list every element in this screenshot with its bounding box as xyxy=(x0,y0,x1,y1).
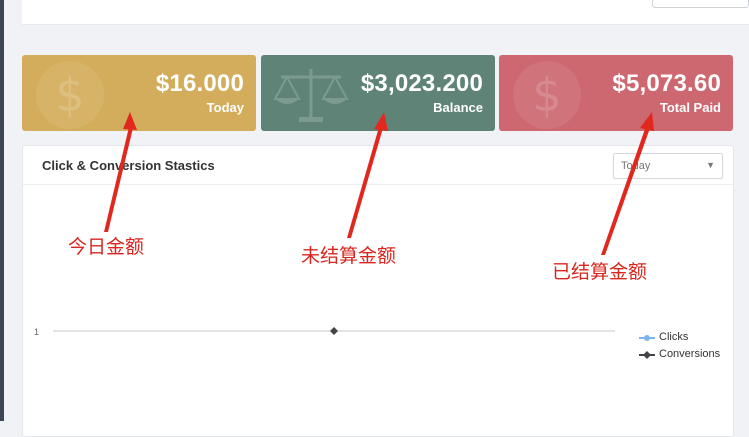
top-dropdown[interactable] xyxy=(652,0,749,8)
dollar-icon: $ xyxy=(513,61,581,129)
top-panel xyxy=(22,0,749,25)
data-point[interactable] xyxy=(330,327,338,335)
scale-icon xyxy=(273,69,349,122)
chart-panel: Click & Conversion Stastics Today ▼ 1 Cl… xyxy=(22,145,734,437)
dollar-icon: $ xyxy=(36,61,104,129)
legend-swatch-conversions xyxy=(639,351,655,359)
chart-plot: 1 xyxy=(34,327,615,337)
y-tick-label: 1 xyxy=(34,327,39,337)
balance-card: $3,023.200 Balance xyxy=(261,55,495,131)
today-card: $ $16.000 Today xyxy=(22,55,256,131)
balance-label: Balance xyxy=(433,100,483,115)
legend-label-conversions: Conversions xyxy=(659,348,721,360)
legend-swatch-clicks xyxy=(639,335,655,341)
total-paid-label: Total Paid xyxy=(659,100,721,115)
left-nav-edge xyxy=(0,0,4,421)
annotation-paid: 已结算金额 xyxy=(552,261,648,283)
today-value: $16.000 xyxy=(155,70,244,97)
today-label: Today xyxy=(206,100,244,115)
total-paid-value: $5,073.60 xyxy=(612,70,721,97)
annotation-today: 今日金额 xyxy=(68,236,145,258)
legend-label-clicks: Clicks xyxy=(659,331,689,343)
annotation-balance: 未结算金额 xyxy=(301,245,397,267)
balance-value: $3,023.200 xyxy=(360,70,483,97)
total-paid-card: $ $5,073.60 Total Paid xyxy=(499,55,733,131)
